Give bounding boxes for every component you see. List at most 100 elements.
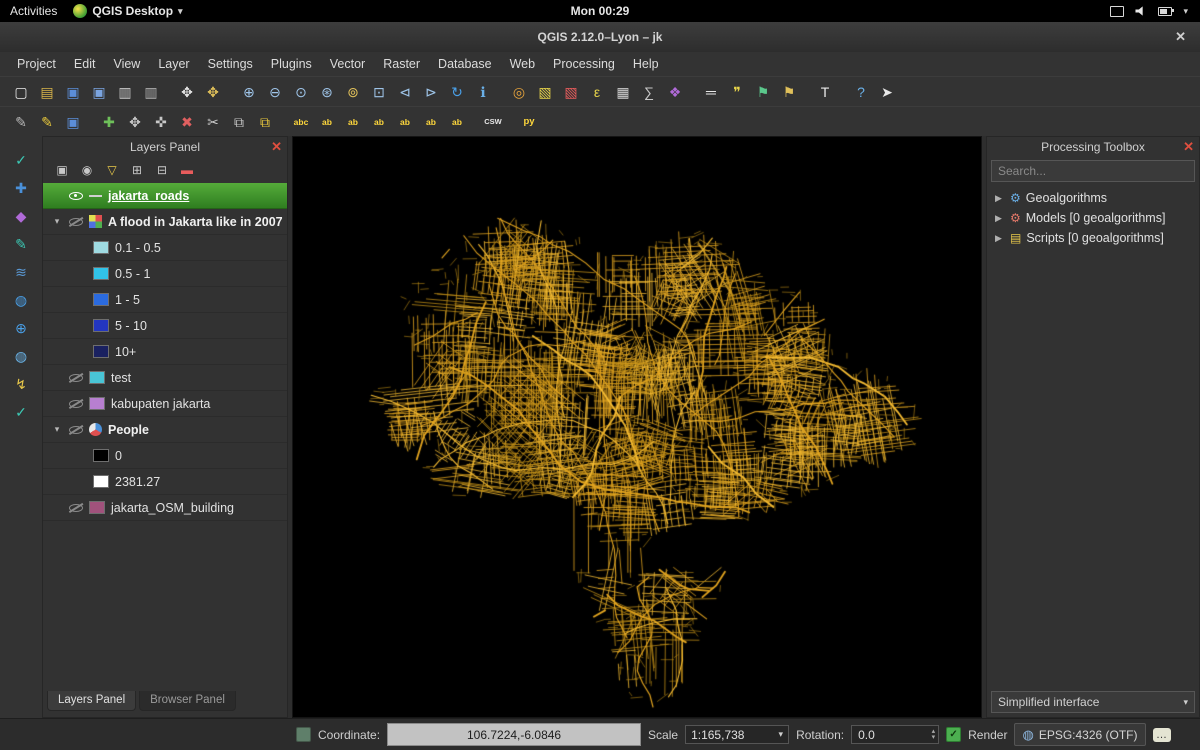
layer-hidden-eye-icon[interactable]: [69, 501, 83, 514]
menu-view[interactable]: View: [104, 54, 149, 74]
label-show-hide-icon[interactable]: ab: [445, 110, 469, 134]
cut-features-icon[interactable]: ✂: [201, 110, 225, 134]
crs-status-button[interactable]: ◍ EPSG:4326 (OTF): [1014, 723, 1145, 746]
toolbox-item-geoalgorithms[interactable]: ▶ ⚙ Geoalgorithms: [987, 188, 1199, 208]
measure-line-icon[interactable]: ═: [699, 80, 723, 104]
layer-row-flood-group[interactable]: ▾ A flood in Jakarta like in 2007: [43, 209, 287, 235]
paste-features-icon[interactable]: ⧉: [253, 110, 277, 134]
save-project-icon[interactable]: ▣: [61, 80, 85, 104]
toggle-editing-icon[interactable]: ✎: [35, 110, 59, 134]
map-tips-icon[interactable]: ❞: [725, 80, 749, 104]
zoom-full-icon[interactable]: ⊛: [315, 80, 339, 104]
spatial-query-icon[interactable]: ✚: [8, 176, 34, 199]
text-annotation-icon[interactable]: T: [813, 80, 837, 104]
heatmap-tool-icon[interactable]: ✓: [8, 148, 34, 171]
gps-tools-icon[interactable]: ↯: [8, 372, 34, 395]
label-pin-icon[interactable]: ab: [315, 110, 339, 134]
tab-layers-panel[interactable]: Layers Panel: [47, 691, 136, 711]
zoom-next-icon[interactable]: ⊳: [419, 80, 443, 104]
render-checkbox[interactable]: ✓: [946, 727, 961, 742]
window-close-icon[interactable]: ✕: [1175, 29, 1186, 45]
layer-hidden-eye-icon[interactable]: [69, 371, 83, 384]
add-group-icon[interactable]: ▣: [52, 160, 72, 180]
zoom-last-icon[interactable]: ⊲: [393, 80, 417, 104]
menu-help[interactable]: Help: [624, 54, 668, 74]
label-move-icon[interactable]: ab: [367, 110, 391, 134]
save-layer-edits-icon[interactable]: ▣: [61, 110, 85, 134]
map-style-dock-icon[interactable]: ❖: [663, 80, 687, 104]
new-bookmark-icon[interactable]: ⚑: [751, 80, 775, 104]
copy-features-icon[interactable]: ⧉: [227, 110, 251, 134]
open-project-icon[interactable]: ▤: [35, 80, 59, 104]
new-composer-icon[interactable]: ▥: [113, 80, 137, 104]
menu-settings[interactable]: Settings: [199, 54, 262, 74]
menu-vector[interactable]: Vector: [321, 54, 374, 74]
menu-edit[interactable]: Edit: [65, 54, 105, 74]
zoom-native-icon[interactable]: ⊙: [289, 80, 313, 104]
expand-arrow-icon[interactable]: ▶: [995, 193, 1005, 204]
log-messages-icon[interactable]: [296, 727, 311, 742]
delete-selected-icon[interactable]: ✖: [175, 110, 199, 134]
collapse-all-icon[interactable]: ⊟: [152, 160, 172, 180]
spin-arrows-icon[interactable]: ▴▾: [932, 729, 939, 741]
map-canvas[interactable]: [293, 137, 981, 717]
layer-row-jakarta-roads[interactable]: jakarta_roads: [43, 183, 287, 209]
label-properties-icon[interactable]: ab: [419, 110, 443, 134]
node-tool-icon[interactable]: ✜: [149, 110, 173, 134]
python-console-icon[interactable]: py: [517, 110, 541, 134]
menu-web[interactable]: Web: [501, 54, 544, 74]
zoom-in-icon[interactable]: ⊕: [237, 80, 261, 104]
openlayers-icon[interactable]: ⊕: [8, 316, 34, 339]
layer-visibility-icon[interactable]: ◉: [77, 160, 97, 180]
collapse-arrow-icon[interactable]: ▾: [51, 424, 63, 435]
close-panel-icon[interactable]: ✕: [271, 139, 282, 155]
toolbox-item-scripts[interactable]: ▶ ▤ Scripts [0 geoalgorithms]: [987, 228, 1199, 248]
layer-row-kabupaten-jakarta[interactable]: kabupaten jakarta: [43, 391, 287, 417]
menu-project[interactable]: Project: [8, 54, 65, 74]
run-feature-action-icon[interactable]: ◎: [507, 80, 531, 104]
select-features-icon[interactable]: ▧: [533, 80, 557, 104]
interface-mode-select[interactable]: Simplified interface ▾: [991, 691, 1195, 713]
close-panel-icon[interactable]: ✕: [1183, 139, 1194, 155]
zoom-to-layer-icon[interactable]: ⊡: [367, 80, 391, 104]
layer-row-people[interactable]: ▾ People: [43, 417, 287, 443]
layer-hidden-eye-icon[interactable]: [69, 423, 83, 436]
csw-search-icon[interactable]: CSW: [481, 110, 505, 134]
deselect-features-icon[interactable]: ▧: [559, 80, 583, 104]
menu-layer[interactable]: Layer: [149, 54, 198, 74]
geometry-edit-icon[interactable]: ✎: [8, 232, 34, 255]
zoom-out-icon[interactable]: ⊖: [263, 80, 287, 104]
layer-hidden-eye-icon[interactable]: [69, 215, 83, 228]
pan-map-icon[interactable]: ✥: [175, 80, 199, 104]
tab-browser-panel[interactable]: Browser Panel: [139, 691, 236, 711]
battery-icon[interactable]: [1158, 7, 1172, 16]
topology-checker-icon[interactable]: ◆: [8, 204, 34, 227]
menu-processing[interactable]: Processing: [544, 54, 624, 74]
app-menu[interactable]: QGIS Desktop ▾: [73, 4, 182, 18]
system-menu-chevron-icon[interactable]: ▾: [1183, 6, 1188, 17]
expand-all-icon[interactable]: ⊞: [127, 160, 147, 180]
layer-row-jakarta-osm-building[interactable]: jakarta_OSM_building: [43, 495, 287, 521]
interpolation-icon[interactable]: ≋: [8, 260, 34, 283]
activities-button[interactable]: Activities: [10, 4, 57, 18]
menu-plugins[interactable]: Plugins: [262, 54, 321, 74]
move-feature-icon[interactable]: ✥: [123, 110, 147, 134]
expand-arrow-icon[interactable]: ▶: [995, 233, 1005, 244]
expand-arrow-icon[interactable]: ▶: [995, 213, 1005, 224]
composer-manager-icon[interactable]: ▥: [139, 80, 163, 104]
menu-raster[interactable]: Raster: [374, 54, 429, 74]
whats-this-icon[interactable]: ➤: [875, 80, 899, 104]
help-contents-icon[interactable]: ?: [849, 80, 873, 104]
menu-database[interactable]: Database: [429, 54, 501, 74]
show-bookmarks-icon[interactable]: ⚑: [777, 80, 801, 104]
layer-visible-eye-icon[interactable]: [69, 189, 83, 202]
field-calculator-icon[interactable]: ∑: [637, 80, 661, 104]
save-project-as-icon[interactable]: ▣: [87, 80, 111, 104]
pan-to-selection-icon[interactable]: ✥: [201, 80, 225, 104]
identify-features-icon[interactable]: ℹ: [471, 80, 495, 104]
label-highlight-icon[interactable]: ab: [341, 110, 365, 134]
web-globe-icon[interactable]: ◍: [8, 344, 34, 367]
filter-legend-icon[interactable]: ▽: [102, 160, 122, 180]
volume-icon[interactable]: [1135, 6, 1147, 16]
layer-hidden-eye-icon[interactable]: [69, 397, 83, 410]
